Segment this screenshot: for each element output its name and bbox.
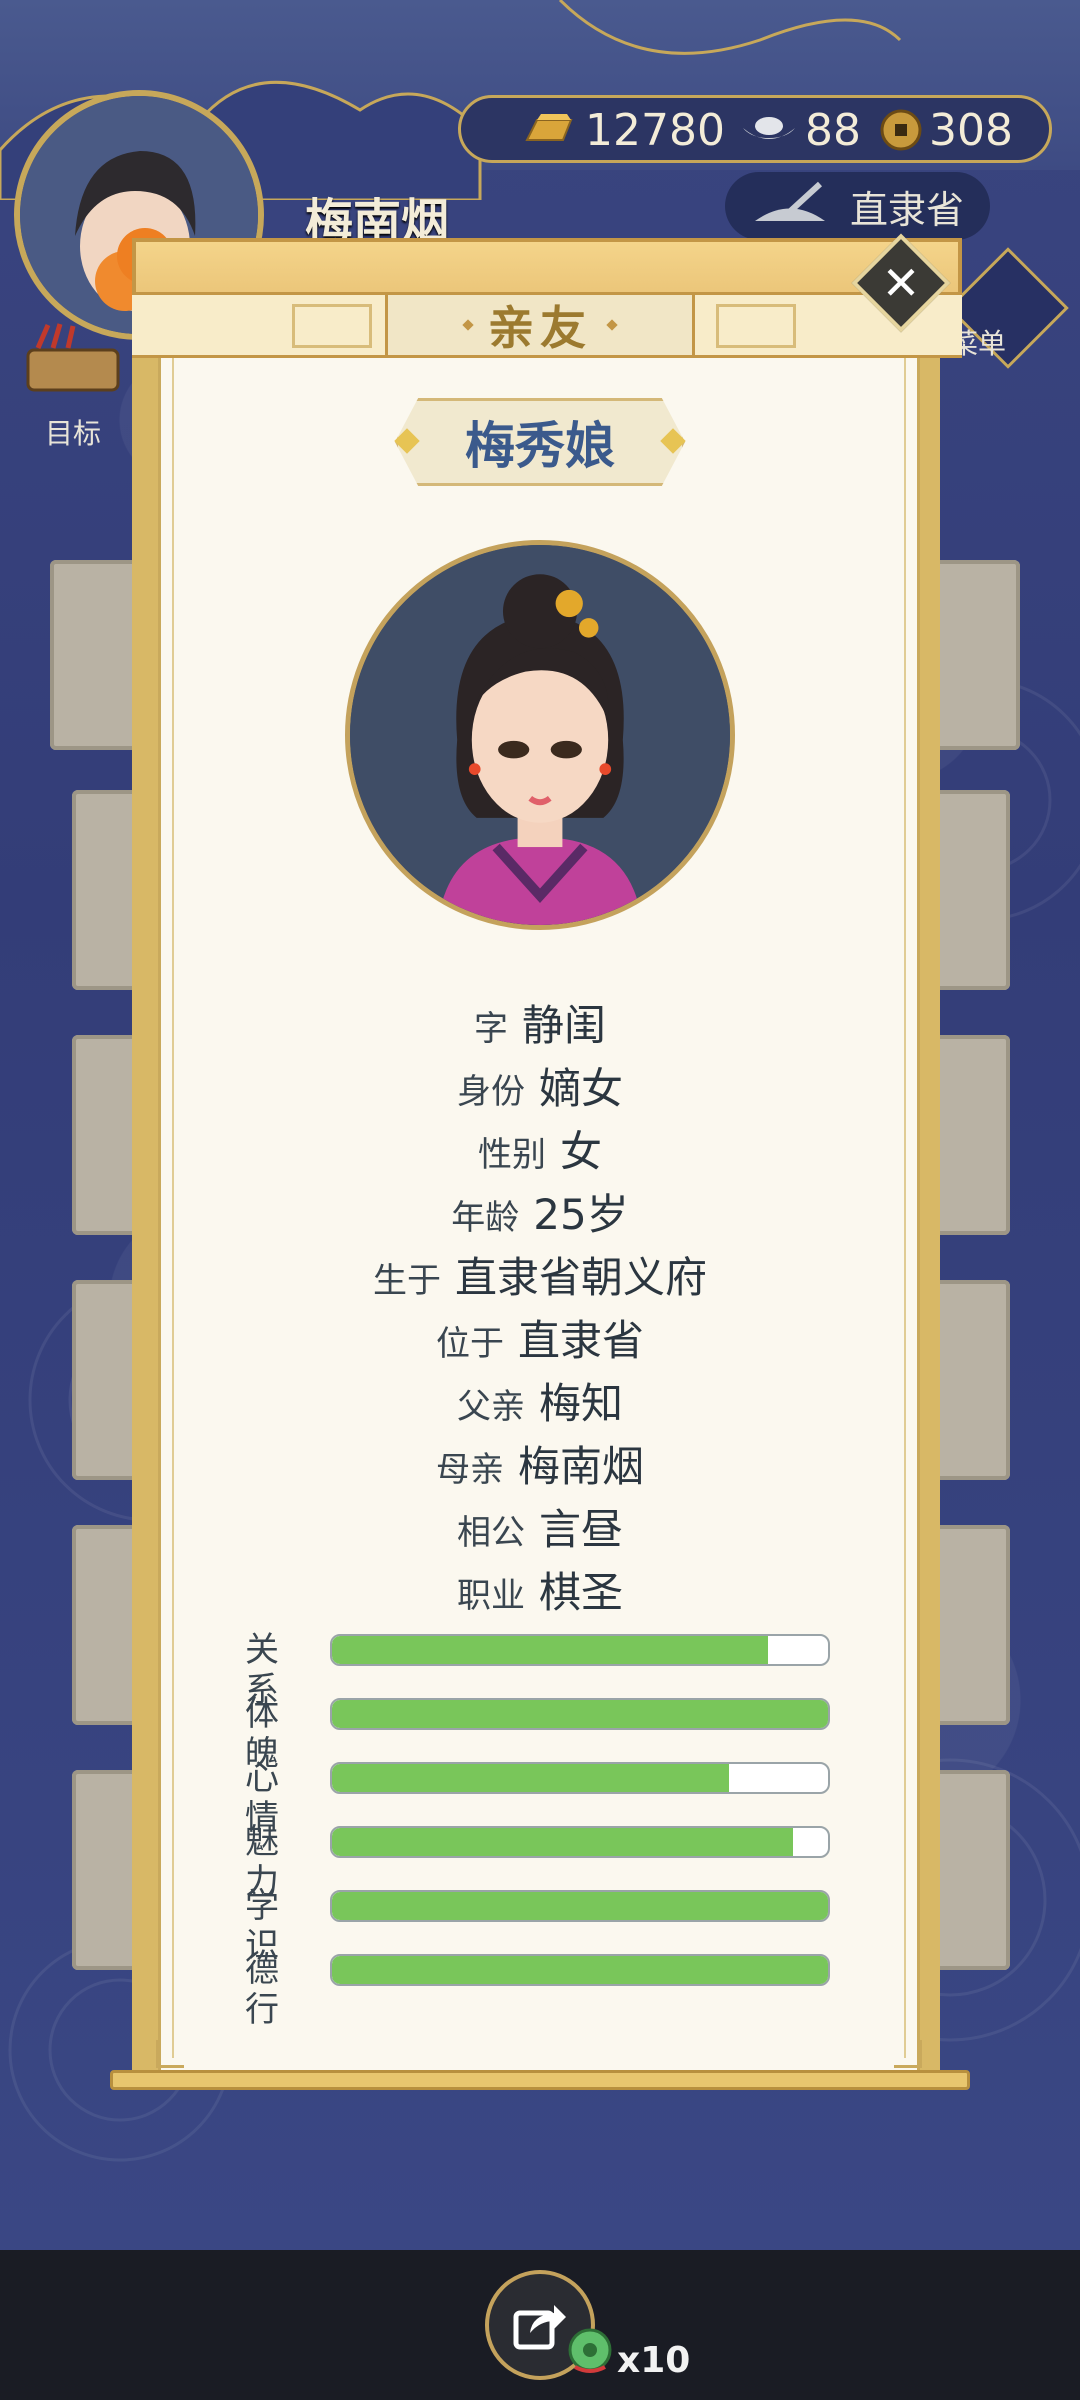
title-dot xyxy=(606,319,618,331)
goal-scroll-icon xyxy=(26,323,120,392)
info-row-birthplace: 生于 直隶省朝义府 xyxy=(200,1244,880,1305)
corner-ornament xyxy=(894,2040,922,2068)
stat-fill xyxy=(332,1636,769,1664)
info-label: 相公 xyxy=(456,1513,525,1553)
info-label: 身份 xyxy=(456,1072,525,1112)
info-value: 言昼 xyxy=(538,1505,623,1554)
info-label: 生于 xyxy=(372,1261,441,1301)
info-value: 嫡女 xyxy=(538,1064,623,1113)
gold-bar-icon xyxy=(525,114,573,141)
gold-value: 12780 xyxy=(585,104,725,156)
info-row-location: 位于 直隶省 xyxy=(200,1307,880,1368)
woman-portrait-image xyxy=(350,545,730,925)
info-label: 父亲 xyxy=(456,1387,525,1427)
stat-bar xyxy=(330,1954,830,1986)
stat-fill xyxy=(332,1828,794,1856)
info-row-age: 年龄 25岁 xyxy=(200,1181,880,1242)
info-value: 25岁 xyxy=(533,1190,629,1239)
stat-fill xyxy=(332,1892,828,1920)
coin-resource: 308 xyxy=(879,104,1013,156)
scroll-bottom-rod xyxy=(110,2070,970,2090)
info-row-father: 父亲 梅知 xyxy=(200,1370,880,1431)
panel-title-plate: 亲友 xyxy=(385,292,695,358)
silver-value: 88 xyxy=(805,104,861,156)
info-row-husband: 相公 言昼 xyxy=(200,1496,880,1557)
stat-bar xyxy=(330,1890,830,1922)
info-value: 直隶省 xyxy=(517,1316,644,1365)
info-label: 位于 xyxy=(435,1324,504,1364)
stat-bar xyxy=(330,1826,830,1858)
gold-resource: 12780 xyxy=(519,104,725,156)
stat-fill xyxy=(332,1700,828,1728)
share-icon xyxy=(513,2305,566,2350)
stat-bar xyxy=(330,1634,830,1666)
info-row-style-name: 字静闺 xyxy=(200,992,880,1053)
info-label: 母亲 xyxy=(435,1450,504,1490)
province-button[interactable]: 直隶省 xyxy=(725,172,990,240)
silver-resource: 88 xyxy=(739,104,861,156)
info-label: 性别 xyxy=(477,1135,546,1175)
copper-coin-icon xyxy=(880,109,922,151)
info-value: 女 xyxy=(559,1127,602,1176)
person-portrait xyxy=(345,540,735,930)
panel-title: 亲友 xyxy=(488,301,592,355)
info-row-occupation: 职业 棋圣 xyxy=(200,1559,880,1620)
silver-ingot-icon xyxy=(743,117,795,139)
title-side-plate xyxy=(292,304,372,348)
info-row-gender: 性别女 xyxy=(200,1118,880,1179)
title-side-plate xyxy=(716,304,796,348)
corner-ornament xyxy=(156,2040,184,2068)
info-label: 字 xyxy=(473,1009,508,1049)
info-row-identity: 身份 嫡女 xyxy=(200,1055,880,1116)
info-value: 静闺 xyxy=(521,1001,606,1050)
stat-label: 德行 xyxy=(245,1950,279,2030)
person-name: 梅秀娘 xyxy=(465,417,615,475)
info-label: 年龄 xyxy=(451,1198,520,1238)
jade-token-icon xyxy=(568,2328,612,2373)
close-icon[interactable]: ✕ xyxy=(866,248,936,318)
title-dot xyxy=(462,319,474,331)
resource-bar: 12780 88 308 xyxy=(458,95,1052,163)
info-value: 棋圣 xyxy=(538,1568,623,1617)
stat-bar xyxy=(330,1762,830,1794)
info-value: 直隶省朝义府 xyxy=(454,1253,707,1302)
coin-value: 308 xyxy=(929,104,1013,156)
goal-button[interactable] xyxy=(18,320,128,410)
info-label: 职业 xyxy=(456,1576,525,1616)
inkstone-icon xyxy=(755,181,825,221)
info-value: 梅知 xyxy=(538,1379,623,1428)
stat-bar xyxy=(330,1698,830,1730)
share-count: x10 xyxy=(617,2340,691,2381)
info-row-mother: 母亲 梅南烟 xyxy=(200,1433,880,1494)
stat-fill xyxy=(332,1956,828,1984)
stat-fill xyxy=(332,1764,729,1792)
goal-label[interactable]: 目标 xyxy=(45,412,101,452)
info-value: 梅南烟 xyxy=(517,1442,644,1491)
province-label: 直隶省 xyxy=(849,187,964,232)
person-name-plate: 梅秀娘 xyxy=(395,398,685,486)
